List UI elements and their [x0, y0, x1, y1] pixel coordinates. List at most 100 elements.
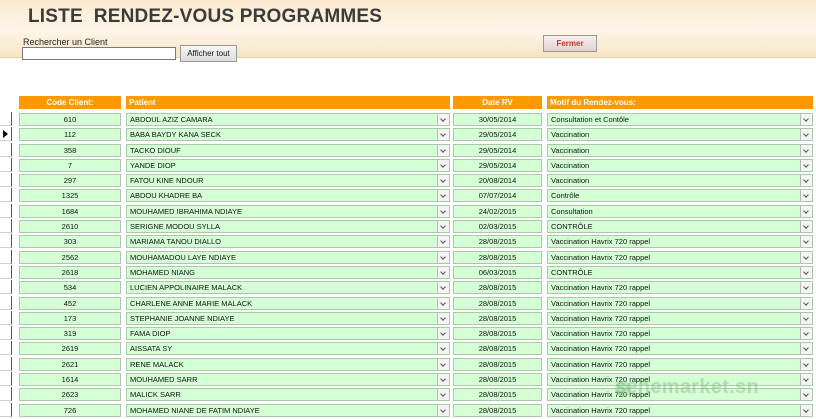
chevron-down-icon[interactable] [800, 129, 812, 141]
date-rv-field[interactable]: 28/08/2015 [453, 235, 542, 249]
code-client-field[interactable]: 2621 [19, 357, 121, 371]
patient-combo[interactable]: RENE MALACK [126, 357, 450, 371]
patient-combo[interactable]: MOHAMED NIANE DE FATIM NDIAYE [126, 403, 450, 417]
chevron-down-icon[interactable] [800, 343, 812, 355]
record-selector[interactable] [0, 234, 12, 249]
motif-combo[interactable]: Vaccination Havrix 720 rappel [547, 296, 813, 310]
date-rv-field[interactable]: 28/08/2015 [453, 342, 542, 356]
code-client-field[interactable]: 726 [19, 403, 121, 417]
chevron-down-icon[interactable] [437, 114, 449, 125]
motif-combo[interactable]: Vaccination Havrix 720 rappel [547, 357, 813, 371]
patient-combo[interactable]: CHARLENE ANNE MARIE MALACK [126, 296, 450, 310]
code-client-field[interactable]: 303 [19, 235, 121, 249]
show-all-button[interactable]: Afficher tout [180, 45, 237, 62]
record-selector[interactable] [0, 203, 12, 218]
chevron-down-icon[interactable] [800, 358, 812, 370]
chevron-down-icon[interactable] [800, 312, 812, 324]
date-rv-field[interactable]: 28/08/2015 [453, 296, 542, 310]
motif-combo[interactable]: Vaccination Havrix 720 rappel [547, 250, 813, 264]
record-selector[interactable] [0, 142, 12, 157]
patient-combo[interactable]: MARIAMA TANOU DIALLO [126, 235, 450, 249]
date-rv-field[interactable]: 30/05/2014 [453, 113, 542, 126]
patient-combo[interactable]: LUCIEN APPOLINAIRE MALACK [126, 281, 450, 295]
chevron-down-icon[interactable] [437, 190, 449, 202]
chevron-down-icon[interactable] [800, 175, 812, 187]
code-client-field[interactable]: 1684 [19, 204, 121, 218]
patient-combo[interactable]: YANDE DIOP [126, 158, 450, 172]
date-rv-field[interactable]: 28/08/2015 [453, 327, 542, 341]
code-client-field[interactable]: 7 [19, 158, 121, 172]
code-client-field[interactable]: 319 [19, 327, 121, 341]
chevron-down-icon[interactable] [800, 251, 812, 263]
code-client-field[interactable]: 610 [19, 113, 121, 126]
code-client-field[interactable]: 2610 [19, 220, 121, 234]
patient-combo[interactable]: STEPHANIE JOANNE NDIAYE [126, 311, 450, 325]
date-rv-field[interactable]: 28/08/2015 [453, 357, 542, 371]
record-selector[interactable] [0, 356, 12, 371]
table-row[interactable]: 2618 MOHAMED NIANG 06/03/2015 CONTRÔLE [0, 264, 816, 280]
chevron-down-icon[interactable] [800, 190, 812, 202]
code-client-field[interactable]: 2562 [19, 250, 121, 264]
record-selector[interactable] [0, 173, 12, 188]
record-selector[interactable] [0, 157, 12, 172]
table-row[interactable]: 173 STEPHANIE JOANNE NDIAYE 28/08/2015 Vacc… [0, 310, 816, 326]
date-rv-field[interactable]: 29/05/2014 [453, 128, 542, 142]
motif-combo[interactable]: CONTRÔLE [547, 220, 813, 234]
chevron-down-icon[interactable] [437, 374, 449, 386]
chevron-down-icon[interactable] [800, 205, 812, 217]
date-rv-field[interactable]: 24/02/2015 [453, 204, 542, 218]
motif-combo[interactable]: Vaccination Havrix 720 rappel [547, 342, 813, 356]
record-selector[interactable] [0, 295, 12, 310]
chevron-down-icon[interactable] [437, 205, 449, 217]
patient-combo[interactable]: BABA BAYDY KANA SECK [126, 128, 450, 142]
code-client-field[interactable]: 2618 [19, 265, 121, 279]
motif-combo[interactable]: Vaccination Havrix 720 rappel [547, 235, 813, 249]
motif-combo[interactable]: Vaccination [547, 128, 813, 142]
patient-combo[interactable]: FAMA DIOP [126, 327, 450, 341]
chevron-down-icon[interactable] [437, 343, 449, 355]
record-selector[interactable] [0, 387, 12, 402]
table-row[interactable]: 610 ABDOUL AZIZ CAMARA 30/05/2014 Consultat… [0, 112, 816, 127]
patient-combo[interactable]: ABDOUL AZIZ CAMARA [126, 113, 450, 126]
chevron-down-icon[interactable] [800, 114, 812, 125]
table-row[interactable]: 303 MARIAMA TANOU DIALLO 28/08/2015 Vaccina… [0, 234, 816, 249]
table-row[interactable]: 534 LUCIEN APPOLINAIRE MALACK 28/08/2015 Va… [0, 280, 816, 295]
record-selector[interactable] [0, 402, 12, 417]
motif-combo[interactable]: Vaccination Havrix 720 rappel [547, 327, 813, 341]
date-rv-field[interactable]: 28/08/2015 [453, 403, 542, 417]
record-selector[interactable] [0, 326, 12, 341]
code-client-field[interactable]: 534 [19, 281, 121, 295]
chevron-down-icon[interactable] [800, 282, 812, 294]
patient-combo[interactable]: MOUHAMED SARR [126, 373, 450, 387]
record-selector[interactable] [0, 341, 12, 356]
chevron-down-icon[interactable] [437, 236, 449, 248]
table-row[interactable]: 2610 SERIGNE MODOU SYLLA 02/03/2015 CONTRÔL… [0, 219, 816, 234]
table-row[interactable]: 2623 MALICK SARR 28/08/2015 Vaccination Hav… [0, 387, 816, 402]
chevron-down-icon[interactable] [437, 266, 449, 278]
motif-combo[interactable]: Vaccination Havrix 720 rappel [547, 373, 813, 387]
code-client-field[interactable]: 173 [19, 311, 121, 325]
record-selector[interactable] [0, 112, 12, 126]
code-client-field[interactable]: 2619 [19, 342, 121, 356]
record-selector[interactable] [0, 219, 12, 234]
table-row[interactable]: 1684 MOUHAMED IBRAHIMA NDIAYE 24/02/2015 Co… [0, 203, 816, 219]
date-rv-field[interactable]: 28/08/2015 [453, 388, 542, 402]
date-rv-field[interactable]: 06/03/2015 [453, 265, 542, 279]
chevron-down-icon[interactable] [437, 358, 449, 370]
table-row[interactable]: 319 FAMA DIOP 28/08/2015 Vaccination Havrix… [0, 326, 816, 341]
date-rv-field[interactable]: 07/07/2014 [453, 189, 542, 203]
date-rv-field[interactable]: 28/08/2015 [453, 373, 542, 387]
date-rv-field[interactable]: 28/08/2015 [453, 311, 542, 325]
chevron-down-icon[interactable] [800, 221, 812, 233]
table-row[interactable]: 1325 ABDOU KHADRE BA 07/07/2014 Contrôle [0, 188, 816, 203]
table-row[interactable]: 297 FATOU KINE NDOUR 20/08/2014 Vaccination [0, 173, 816, 188]
record-selector[interactable] [0, 249, 12, 264]
patient-combo[interactable]: FATOU KINE NDOUR [126, 174, 450, 188]
chevron-down-icon[interactable] [800, 266, 812, 278]
chevron-down-icon[interactable] [437, 297, 449, 309]
date-rv-field[interactable]: 02/03/2015 [453, 220, 542, 234]
record-selector[interactable] [0, 280, 12, 295]
table-row[interactable]: 7 YANDE DIOP 29/05/2014 Vaccination [0, 157, 816, 173]
record-selector[interactable] [0, 310, 12, 325]
chevron-down-icon[interactable] [437, 221, 449, 233]
